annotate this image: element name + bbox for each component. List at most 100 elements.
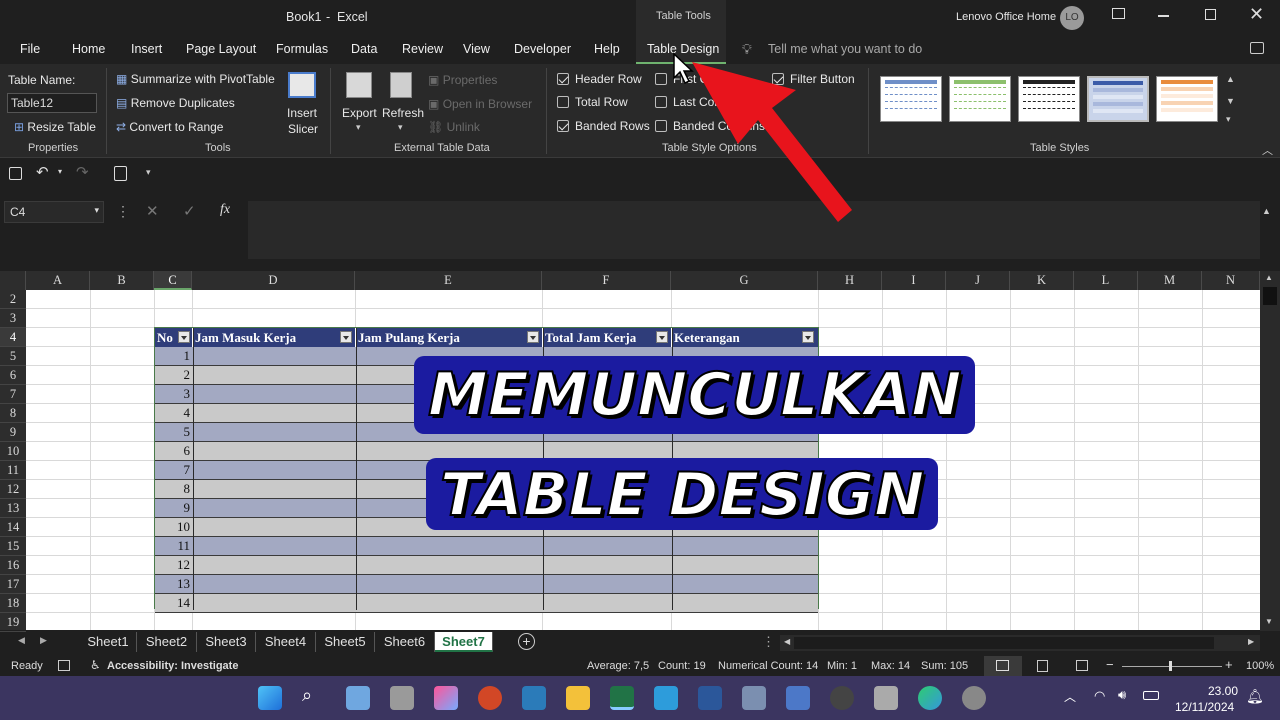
banded-columns-checkbox[interactable]	[655, 120, 667, 132]
banded-rows-checkbox[interactable]	[557, 120, 569, 132]
table-style-green-light[interactable]	[949, 76, 1011, 122]
col-header[interactable]: I	[882, 271, 946, 290]
tab-page-layout[interactable]: Page Layout	[186, 42, 256, 56]
styles-scroll-up-icon[interactable]: ▲	[1226, 74, 1235, 84]
wifi-icon[interactable]: ◠	[1094, 688, 1105, 704]
word-icon[interactable]	[698, 686, 722, 710]
col-header[interactable]: G	[671, 271, 818, 290]
close-icon[interactable]: ✕	[1249, 4, 1264, 25]
summarize-pivot-button[interactable]: ▦ Summarize with PivotTable	[116, 72, 275, 86]
row-header-selected[interactable]: 4	[0, 328, 26, 347]
tab-splitter-icon[interactable]: ⋮	[762, 634, 775, 650]
customize-qat-icon[interactable]: ▾	[146, 167, 151, 178]
tab-help[interactable]: Help	[594, 42, 620, 56]
store-icon[interactable]	[654, 686, 678, 710]
col-header[interactable]: A	[26, 271, 90, 290]
next-sheet-icon[interactable]: ▶	[40, 635, 47, 646]
powerpoint-icon[interactable]	[478, 686, 502, 710]
tab-home[interactable]: Home	[72, 42, 105, 56]
scroll-thumb[interactable]	[1263, 287, 1277, 305]
tab-review[interactable]: Review	[402, 42, 443, 56]
vertical-scrollbar[interactable]: ▲ ▼	[1260, 271, 1280, 631]
remove-duplicates-button[interactable]: ▤ Remove Duplicates	[116, 96, 235, 110]
sheet-tab-active[interactable]: Sheet7	[435, 632, 493, 652]
comments-icon[interactable]	[1250, 42, 1264, 54]
col-header[interactable]: E	[355, 271, 542, 290]
row-header[interactable]: 14	[0, 518, 26, 537]
more-options-icon[interactable]: ⋮	[116, 203, 130, 220]
table-style-blue-medium-selected[interactable]	[1087, 76, 1149, 122]
header-row-checkbox[interactable]	[557, 73, 569, 85]
col-header[interactable]: D	[192, 271, 355, 290]
table-name-input[interactable]: Table12	[7, 93, 97, 113]
status-count[interactable]: Count: 19	[658, 660, 706, 672]
row-header[interactable]: 7	[0, 385, 26, 404]
filter-dropdown-icon[interactable]	[527, 331, 539, 343]
table-header-cell[interactable]: No	[155, 328, 193, 347]
zoom-in-icon[interactable]: +	[1225, 657, 1233, 672]
table-row[interactable]: 12	[155, 556, 818, 575]
collapse-formula-icon[interactable]: ▲	[1262, 206, 1271, 216]
col-header[interactable]: M	[1138, 271, 1202, 290]
insert-slicer-label-2[interactable]: Slicer	[288, 122, 318, 136]
page-layout-view-icon[interactable]	[1037, 660, 1048, 672]
styles-scroll-down-icon[interactable]: ▼	[1226, 96, 1235, 106]
restore-icon[interactable]	[1205, 9, 1216, 20]
row-header[interactable]: 2	[0, 290, 26, 309]
tab-insert[interactable]: Insert	[131, 42, 162, 56]
first-column-checkbox[interactable]	[655, 73, 667, 85]
clipboard-icon[interactable]	[114, 166, 127, 181]
name-box-chevron-icon[interactable]: ▾	[94, 205, 99, 216]
resize-table-button[interactable]: ⊞ Resize Table	[14, 120, 96, 134]
file-explorer-icon[interactable]	[566, 686, 590, 710]
row-header[interactable]: 17	[0, 575, 26, 594]
tray-chevron-icon[interactable]: ︿	[1064, 688, 1076, 705]
sheet-tab[interactable]: Sheet2	[137, 632, 197, 652]
app-icon[interactable]	[390, 686, 414, 710]
row-header[interactable]: 12	[0, 480, 26, 499]
tab-file[interactable]: File	[20, 42, 40, 56]
screen-tool-icon[interactable]	[522, 686, 546, 710]
status-min[interactable]: Min: 1	[827, 660, 857, 672]
filter-dropdown-icon[interactable]	[656, 331, 668, 343]
settings-icon[interactable]	[962, 686, 986, 710]
accessibility-status[interactable]: Accessibility: Investigate	[107, 660, 238, 672]
add-sheet-icon[interactable]: +	[518, 633, 535, 650]
app-icon-3[interactable]	[786, 686, 810, 710]
prev-sheet-icon[interactable]: ◀	[18, 635, 25, 646]
tab-data[interactable]: Data	[351, 42, 377, 56]
edge-icon[interactable]	[918, 686, 942, 710]
account-name[interactable]: Lenovo Office Home	[956, 11, 1056, 23]
table-row[interactable]: 11	[155, 537, 818, 556]
scroll-right-icon[interactable]: ▶	[1248, 637, 1254, 646]
row-header[interactable]: 6	[0, 366, 26, 385]
row-header[interactable]: 11	[0, 461, 26, 480]
battery-icon[interactable]	[1143, 691, 1159, 700]
table-style-orange[interactable]	[1156, 76, 1218, 122]
sheet-tab[interactable]: Sheet3	[197, 632, 256, 652]
photos-icon[interactable]	[346, 686, 370, 710]
row-header[interactable]: 8	[0, 404, 26, 423]
total-row-checkbox[interactable]	[557, 96, 569, 108]
excel-taskbar-icon[interactable]	[610, 686, 634, 710]
table-row[interactable]: 14	[155, 594, 818, 613]
last-column-checkbox[interactable]	[655, 96, 667, 108]
row-header[interactable]: 10	[0, 442, 26, 461]
search-icon[interactable]: ⌕	[302, 685, 312, 706]
name-box[interactable]: C4 ▾	[4, 201, 104, 223]
row-header[interactable]: 15	[0, 537, 26, 556]
table-header-cell[interactable]: Keterangan	[672, 328, 818, 347]
page-break-view-icon[interactable]	[1076, 660, 1088, 671]
sheet-tab[interactable]: Sheet4	[256, 632, 316, 652]
refresh-button[interactable]: Refresh	[382, 106, 424, 120]
scroll-up-icon[interactable]: ▲	[1265, 273, 1273, 282]
scroll-down-icon[interactable]: ▼	[1265, 617, 1273, 626]
col-header[interactable]: K	[1010, 271, 1074, 290]
row-header[interactable]: 19	[0, 613, 26, 632]
scroll-track[interactable]	[794, 637, 1214, 649]
tab-view[interactable]: View	[463, 42, 490, 56]
sheet-tab[interactable]: Sheet6	[375, 632, 435, 652]
scroll-left-icon[interactable]: ◀	[784, 637, 790, 646]
minimize-icon[interactable]	[1158, 15, 1169, 17]
row-header[interactable]: 3	[0, 309, 26, 328]
